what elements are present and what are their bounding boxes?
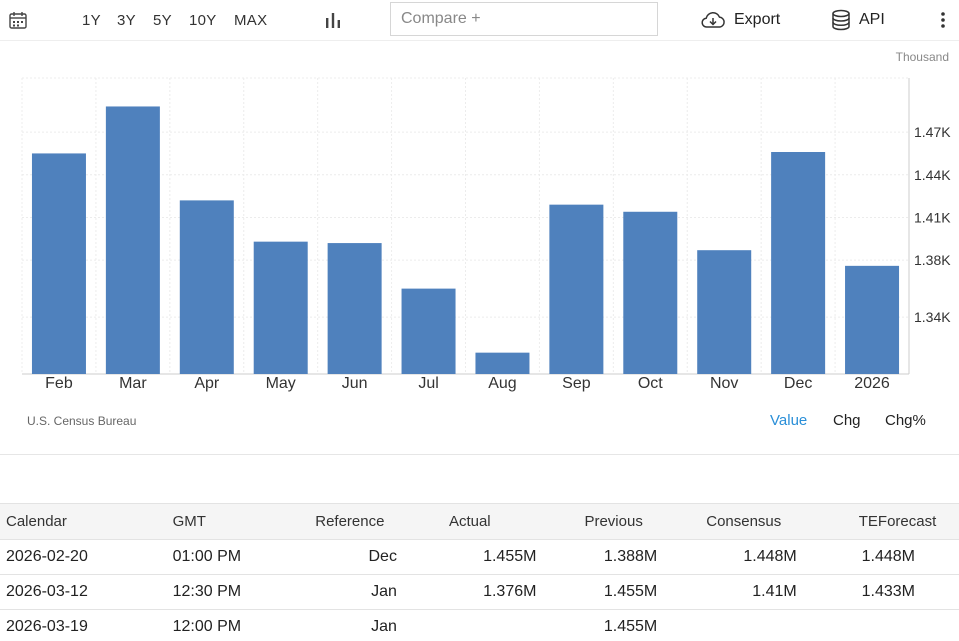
x-tick-label: Jul <box>418 375 438 392</box>
x-tick-label: Dec <box>784 375 812 392</box>
cell-actual: 1.376M <box>402 574 543 610</box>
col-teforecast: TEForecast <box>802 503 959 540</box>
cell-reference: Jan <box>309 609 403 641</box>
cell-reference: Dec <box>309 539 403 575</box>
chart-source: U.S. Census Bureau <box>27 414 137 428</box>
bar-feb[interactable] <box>31 153 86 374</box>
cell-teforecast: 1.433M <box>802 574 959 610</box>
col-previous: Previous <box>542 503 664 540</box>
cell-previous: 1.455M <box>542 574 664 610</box>
compare-input[interactable] <box>390 2 658 36</box>
x-tick-label: Oct <box>638 375 663 392</box>
cell-gmt: 01:00 PM <box>166 539 310 575</box>
x-tick-label: Apr <box>194 375 220 392</box>
y-tick-label: 1.44K <box>914 167 951 183</box>
x-tick-label: 2026 <box>854 375 890 392</box>
cell-date: 2026-02-20 <box>0 539 167 575</box>
x-tick-label: Mar <box>119 375 147 392</box>
cell-teforecast: 1.448M <box>802 539 959 575</box>
cell-teforecast <box>802 609 959 641</box>
database-icon <box>832 9 850 31</box>
cell-consensus: 1.448M <box>663 539 803 575</box>
x-tick-label: Feb <box>45 375 73 392</box>
bar-sep[interactable] <box>549 204 604 374</box>
col-calendar: Calendar <box>0 503 167 540</box>
x-tick-label: May <box>266 375 296 392</box>
cell-date: 2026-03-19 <box>0 609 167 641</box>
cell-date: 2026-03-12 <box>0 574 167 610</box>
mode-value-tab[interactable]: Value <box>770 412 807 429</box>
mode-chg-percent-tab[interactable]: Chg% <box>885 412 926 429</box>
bar-oct[interactable] <box>623 211 678 374</box>
unit-label: Thousand <box>895 50 949 64</box>
bar-may[interactable] <box>253 241 308 374</box>
range-max[interactable]: MAX <box>234 12 267 29</box>
cell-previous: 1.455M <box>542 609 664 641</box>
bar-apr[interactable] <box>179 200 234 374</box>
y-tick-label: 1.41K <box>914 209 951 225</box>
table-row: 2026-03-19 12:00 PM Jan 1.455M <box>0 609 959 641</box>
export-label: Export <box>734 11 781 28</box>
x-tick-label: Jun <box>342 375 368 392</box>
api-label: API <box>859 11 885 28</box>
range-5y[interactable]: 5Y <box>153 12 172 29</box>
more-options-icon[interactable] <box>938 11 948 29</box>
bar-nov[interactable] <box>697 250 752 374</box>
range-1y[interactable]: 1Y <box>82 12 101 29</box>
col-gmt: GMT <box>166 503 310 540</box>
range-3y[interactable]: 3Y <box>117 12 136 29</box>
x-tick-label: Aug <box>488 375 516 392</box>
col-reference: Reference <box>309 503 403 540</box>
y-axis-labels: 1.34K 1.38K 1.41K 1.44K 1.47K <box>914 124 951 325</box>
api-button[interactable]: API <box>831 8 885 32</box>
bar-mar[interactable] <box>105 106 160 374</box>
y-tick-label: 1.34K <box>914 309 951 325</box>
col-consensus: Consensus <box>663 503 803 540</box>
table-row: 2026-03-12 12:30 PM Jan 1.376M 1.455M 1.… <box>0 574 959 610</box>
cell-actual: 1.455M <box>402 539 543 575</box>
x-tick-label: Sep <box>562 375 591 392</box>
chart-type-icon[interactable] <box>324 10 342 30</box>
x-axis-labels: Feb Mar Apr May Jun Jul Aug Sep Oct Nov Dec 2026 <box>45 375 890 392</box>
chart-toolbar: 1Y 3Y 5Y 10Y MAX Export API <box>0 0 959 41</box>
cell-consensus <box>663 609 803 641</box>
section-divider <box>0 454 959 455</box>
range-10y[interactable]: 10Y <box>189 12 217 29</box>
bar-dec[interactable] <box>771 152 826 374</box>
bar-aug[interactable] <box>475 352 530 374</box>
table-row: 2026-02-20 01:00 PM Dec 1.455M 1.388M 1.… <box>0 539 959 575</box>
calendar-header-row: Calendar GMT Reference Actual Previous C… <box>0 503 959 540</box>
bar-2026[interactable] <box>845 265 900 374</box>
y-tick-label: 1.47K <box>914 124 951 140</box>
bar-jun[interactable] <box>327 243 382 374</box>
mode-chg-tab[interactable]: Chg <box>833 412 861 429</box>
x-tick-label: Nov <box>710 375 738 392</box>
y-tick-label: 1.38K <box>914 252 951 268</box>
cell-gmt: 12:30 PM <box>166 574 310 610</box>
cell-gmt: 12:00 PM <box>166 609 310 641</box>
calendar-icon[interactable] <box>8 10 28 30</box>
export-button[interactable]: Export <box>700 8 780 32</box>
bar-chart: Feb Mar Apr May Jun Jul Aug Sep Oct Nov Dec 2026 1.… <box>21 77 951 392</box>
cloud-download-icon <box>701 12 725 28</box>
cell-actual <box>402 609 543 641</box>
bar-jul[interactable] <box>401 288 456 374</box>
cell-previous: 1.388M <box>542 539 664 575</box>
calendar-table: Calendar GMT Reference Actual Previous C… <box>0 503 959 641</box>
cell-consensus: 1.41M <box>663 574 803 610</box>
cell-reference: Jan <box>309 574 403 610</box>
col-actual: Actual <box>402 503 543 540</box>
